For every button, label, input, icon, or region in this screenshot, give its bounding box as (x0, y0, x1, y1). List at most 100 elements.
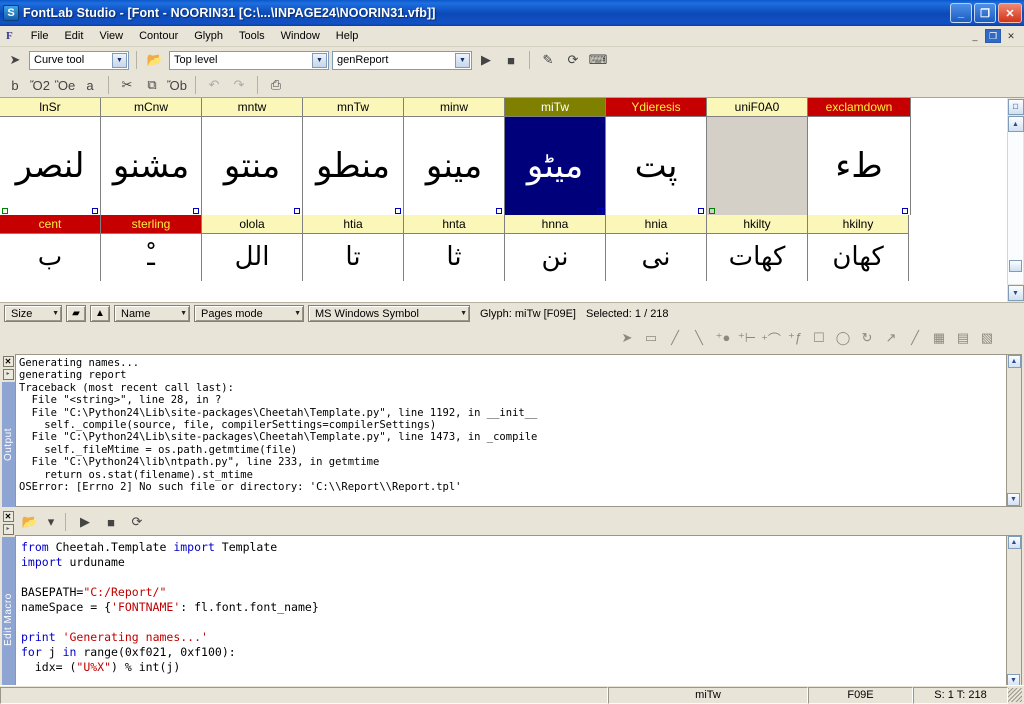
glyph-preview[interactable]: ثا (404, 234, 504, 280)
glyph-preview[interactable]: منطو (303, 117, 403, 215)
close-icon[interactable]: ✕ (3, 511, 14, 522)
ruler-icon[interactable]: ╲ (688, 327, 710, 349)
redo-icon[interactable]: ↷ (228, 75, 250, 96)
glyph-preview[interactable]: نن (505, 234, 605, 280)
copy-icon[interactable]: ⧉ (141, 75, 163, 96)
close-icon[interactable]: ✕ (3, 356, 14, 367)
tool-combo[interactable]: Curve tool ▼ (29, 51, 129, 70)
glyph-cell-sterling[interactable]: sterling ـْ (101, 215, 202, 281)
glyph-preview[interactable]: مینو (404, 117, 504, 215)
glyph-preview[interactable]: تا (303, 234, 403, 280)
glyph-preview[interactable]: مشنو (101, 117, 201, 215)
level-combo[interactable]: Top level ▼ (169, 51, 329, 70)
glyph-cell-hkilny[interactable]: hkilny کھان (808, 215, 909, 281)
glyph-cell-htia[interactable]: htia تا (303, 215, 404, 281)
glyph-cell-uniF0A0[interactable]: uniF0A0 (707, 98, 808, 215)
scroll-thumb[interactable] (1009, 260, 1022, 272)
scroll-up-button[interactable]: ▲ (1008, 116, 1024, 132)
run-button[interactable]: ▶ (74, 512, 96, 533)
glyph-preview[interactable]: ب (0, 234, 100, 280)
add-curve-icon[interactable]: ⁺⌒ (760, 327, 782, 349)
macro-vertical-scrollbar[interactable]: ▲ ▼ (1007, 535, 1022, 688)
pointer-icon[interactable]: ➤ (4, 50, 26, 71)
output-text[interactable]: Generating names... generating report Tr… (15, 354, 1007, 507)
close-button[interactable]: ✕ (998, 3, 1022, 23)
edit-macro-icon[interactable]: ✎ (537, 50, 559, 71)
paste-icon[interactable]: Ὄb (166, 75, 188, 96)
stop-macro-button[interactable]: ■ (500, 50, 522, 71)
metrics-icon[interactable]: ▤ (952, 327, 974, 349)
add-corner-icon[interactable]: ⁺ƒ (784, 327, 806, 349)
transform-icon[interactable]: ▦ (928, 327, 950, 349)
glyph-cell-cent[interactable]: cent ب (0, 215, 101, 281)
menu-item-file[interactable]: File (23, 28, 57, 44)
glyph-cell-olola[interactable]: olola الل (202, 215, 303, 281)
chevron-down-icon[interactable]: ▼ (450, 310, 467, 317)
rotate-icon[interactable]: ↻ (856, 327, 878, 349)
glyph-preview[interactable]: منتو (202, 117, 302, 215)
scroll-up-button[interactable]: ▲ (1008, 536, 1021, 549)
chevron-down-icon[interactable]: ▾ (45, 512, 57, 533)
scale-icon[interactable]: ↗ (880, 327, 902, 349)
macro-combo[interactable]: genReport ▼ (332, 51, 472, 70)
glyph-preview[interactable]: لنصر (0, 117, 100, 215)
glyph-preview[interactable]: ـْ (101, 234, 201, 280)
arrow-icon[interactable]: ➤ (616, 327, 638, 349)
folder-save-icon[interactable]: 📂 (19, 512, 41, 533)
new-file-icon[interactable]: ὜b (4, 75, 26, 96)
reload-button[interactable]: ⟳ (126, 512, 148, 533)
chevron-down-icon[interactable]: ▼ (42, 310, 59, 317)
ellipse-icon[interactable]: ◯ (832, 327, 854, 349)
cut-icon[interactable]: ✂ (116, 75, 138, 96)
glyph-cell-Ydieresis[interactable]: Ydieresis پت (606, 98, 707, 215)
glyph-preview[interactable]: کھان (808, 234, 908, 280)
glyph-preview[interactable]: الل (202, 234, 302, 280)
scroll-up-button[interactable]: ▲ (1008, 355, 1021, 368)
glyph-vertical-scrollbar[interactable]: ☐ ▲ ▼ (1007, 98, 1024, 302)
chevron-down-icon[interactable]: ▼ (170, 310, 187, 317)
menu-item-edit[interactable]: Edit (56, 28, 91, 44)
knife-icon[interactable]: ╱ (664, 327, 686, 349)
kerning-icon[interactable]: ▧ (976, 327, 998, 349)
glyph-cell-hnta[interactable]: hnta ثا (404, 215, 505, 281)
glyph-preview[interactable]: نی (606, 234, 706, 280)
add-tangent-icon[interactable]: ⁺⊢ (736, 327, 758, 349)
glyph-cell-exclamdown[interactable]: exclamdown طء (808, 98, 911, 215)
print-icon[interactable]: ⎙ (265, 75, 287, 96)
reload-icon[interactable]: ⟳ (562, 50, 584, 71)
open-file-icon[interactable]: Ὄ2 (29, 75, 51, 96)
glyph-preview[interactable] (707, 117, 807, 215)
resize-grip-icon[interactable] (1008, 688, 1022, 702)
chevron-down-icon[interactable]: ▼ (112, 53, 127, 68)
save-all-icon[interactable]: ὚a (79, 75, 101, 96)
restore-button[interactable]: ❐ (974, 3, 996, 23)
rectangle-icon[interactable]: ☐ (808, 327, 830, 349)
zoom-in-button[interactable]: ▲ (90, 305, 110, 322)
glyph-cell-hnna[interactable]: hnna نن (505, 215, 606, 281)
glyph-cell-minw[interactable]: minw مینو (404, 98, 505, 215)
mdi-restore-button[interactable]: ❐ (985, 29, 1001, 43)
glyph-preview[interactable]: پت (606, 117, 706, 215)
glyph-cell-mnTw[interactable]: mnTw منطو (303, 98, 404, 215)
glyph-preview[interactable]: میٹو (505, 117, 605, 215)
size-combo[interactable]: Size ▼ (4, 305, 62, 322)
glyph-cell-mntw[interactable]: mntw منتو (202, 98, 303, 215)
menu-item-window[interactable]: Window (273, 28, 328, 44)
minimize-button[interactable]: _ (950, 3, 972, 23)
macro-code-editor[interactable]: from Cheetah.Template import Template imp… (15, 535, 1007, 688)
menu-item-view[interactable]: View (91, 28, 131, 44)
save-file-icon[interactable]: Ὃe (54, 75, 76, 96)
glyph-grid[interactable]: lnSr لنصر mCnw مشنو mntw منتو mnTw منطو minw مینو… (0, 98, 1007, 302)
chevron-down-icon[interactable]: ▼ (312, 53, 327, 68)
menu-item-glyph[interactable]: Glyph (186, 28, 231, 44)
eraser-icon[interactable]: ▭ (640, 327, 662, 349)
scroll-track[interactable] (1007, 132, 1023, 284)
run-macro-button[interactable]: ▶ (475, 50, 497, 71)
menu-item-help[interactable]: Help (328, 28, 367, 44)
scroll-page-icon[interactable]: ☐ (1008, 99, 1024, 115)
scroll-down-button[interactable]: ▼ (1008, 285, 1024, 301)
glyph-cell-miTw[interactable]: miTw میٹو (505, 98, 606, 215)
folder-macro-icon[interactable]: 📂 (144, 50, 166, 71)
console-icon[interactable]: ⌨ (587, 50, 609, 71)
scroll-down-button[interactable]: ▼ (1007, 493, 1020, 506)
